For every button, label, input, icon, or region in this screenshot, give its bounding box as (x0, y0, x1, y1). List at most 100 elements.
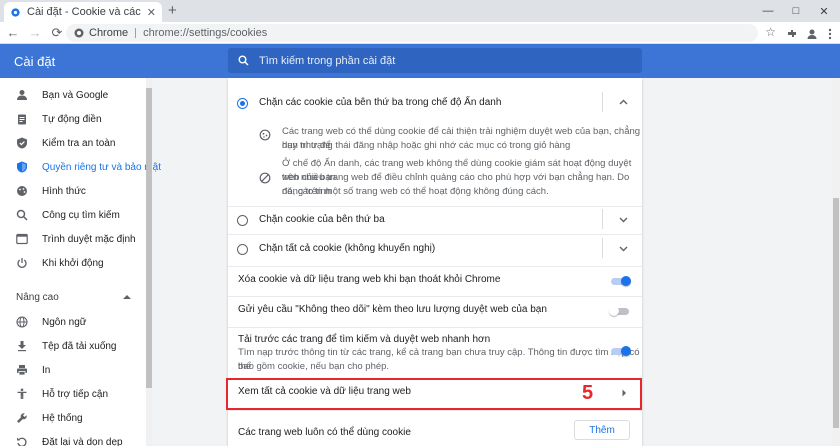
chevron-down-icon[interactable] (619, 217, 628, 223)
accessibility-icon (16, 388, 28, 400)
sidebar-scroll-thumb[interactable] (146, 88, 152, 388)
sidebar-item-search-engine[interactable]: Công cụ tìm kiếm (0, 203, 148, 227)
sidebar-item-privacy[interactable]: Quyền riêng tư và bảo mật (0, 155, 161, 179)
radio-block-third-party[interactable] (237, 215, 248, 226)
site-chip: Chrome (89, 27, 129, 39)
settings-sidebar: Bạn và Google Tự động điền Kiểm tra an t… (0, 78, 161, 446)
address-bar[interactable]: Chrome chrome://settings/cookies ☆ (66, 24, 776, 42)
divider (228, 234, 642, 235)
download-icon (16, 340, 28, 352)
person-icon (16, 89, 28, 101)
page-scroll-thumb[interactable] (833, 198, 839, 428)
settings-search-input[interactable]: Tìm kiếm trong phần cài đặt (228, 48, 642, 73)
option-block-third-party-label: Chặn cookie của bên thứ ba (259, 214, 385, 225)
block-icon (259, 172, 271, 184)
preload-description-line2: bao gồm cookie, nếu bạn cho phép. (238, 361, 390, 372)
wrench-icon (16, 412, 28, 424)
sidebar-item-accessibility[interactable]: Hỗ trợ tiếp cận (0, 382, 148, 406)
tab-settings-cookies[interactable]: Cài đặt - Cookie và các dữ liệu k ✕ (4, 2, 162, 22)
palette-icon (16, 185, 28, 197)
chevron-up-icon[interactable] (619, 99, 628, 105)
printer-icon (16, 364, 28, 376)
sidebar-item-label: Tệp đã tải xuống (42, 340, 117, 352)
minimize-button[interactable]: — (756, 0, 780, 22)
clear-on-exit-toggle[interactable] (609, 276, 631, 286)
sidebar-item-label: Đặt lại và dọn dẹp (42, 436, 123, 446)
extensions-icon[interactable] (784, 26, 800, 42)
tab-strip: Cài đặt - Cookie và các dữ liệu k ✕ + — … (0, 0, 840, 22)
radio-block-third-party-incognito[interactable] (237, 98, 248, 109)
tab-title: Cài đặt - Cookie và các dữ liệu k (27, 6, 143, 18)
toggle-knob (609, 306, 619, 316)
option-block-all-label: Chặn tất cả cookie (không khuyến nghị) (259, 243, 436, 254)
shield-check-icon (16, 137, 28, 149)
search-icon (238, 55, 249, 66)
sidebar-item-label: Tự động điền (42, 113, 102, 125)
forward-button[interactable]: → (26, 24, 44, 42)
preload-toggle[interactable] (609, 346, 631, 356)
tab-close-icon[interactable]: ✕ (147, 6, 156, 19)
sidebar-advanced-heading[interactable]: Nâng cao (16, 292, 59, 303)
preload-title: Tải trước các trang để tìm kiếm và duyệt… (238, 334, 491, 345)
option1-description-1-line2: duy trì trạng thái đăng nhập hoặc ghi nh… (282, 140, 571, 151)
sidebar-item-label: Kiểm tra an toàn (42, 137, 116, 149)
do-not-track-label: Gửi yêu cầu "Không theo dõi" kèm theo lư… (238, 304, 547, 315)
settings-header: Cài đặt Tìm kiếm trong phần cài đặt (0, 44, 840, 78)
sidebar-item-on-startup[interactable]: Khi khởi động (0, 251, 148, 275)
sidebar-item-languages[interactable]: Ngôn ngữ (0, 310, 148, 334)
shield-icon (16, 161, 28, 173)
sidebar-item-downloads[interactable]: Tệp đã tải xuống (0, 334, 148, 358)
row-divider (602, 209, 603, 229)
sidebar-item-reset[interactable]: Đặt lại và dọn dẹp (0, 430, 148, 446)
toggle-knob (621, 346, 631, 356)
option-block-third-party-incognito-label: Chặn các cookie của bên thứ ba trong chế… (259, 97, 502, 108)
sidebar-scrollbar[interactable] (146, 78, 152, 446)
maximize-button[interactable]: □ (784, 0, 808, 22)
more-menu-icon[interactable] (822, 26, 838, 42)
close-window-button[interactable]: ✕ (812, 0, 836, 22)
url-text: chrome://settings/cookies (143, 27, 268, 39)
radio-block-all[interactable] (237, 244, 248, 255)
clear-on-exit-label: Xóa cookie và dữ liệu trang web khi bạn … (238, 274, 501, 285)
profile-avatar-icon[interactable] (804, 26, 820, 42)
option1-description-2-line3: năng trên một số trang web có thể hoạt đ… (282, 186, 549, 197)
sidebar-item-label: Quyền riêng tư và bảo mật (42, 161, 161, 173)
bookmark-star-icon[interactable]: ☆ (765, 25, 776, 39)
sidebar-item-safety-check[interactable]: Kiểm tra an toàn (0, 131, 148, 155)
reload-button[interactable]: ⟳ (48, 24, 66, 42)
chevron-down-icon[interactable] (619, 246, 628, 252)
sidebar-item-label: Hệ thống (42, 412, 83, 424)
chevron-up-icon[interactable] (123, 294, 131, 300)
sidebar-item-appearance[interactable]: Hình thức (0, 179, 148, 203)
add-site-button[interactable]: Thêm (574, 420, 630, 440)
cookie-icon (259, 129, 271, 141)
omnibox-divider (135, 28, 137, 38)
globe-icon (16, 316, 28, 328)
sidebar-item-label: Công cụ tìm kiếm (42, 209, 120, 221)
sidebar-item-label: Khi khởi động (42, 257, 104, 269)
sidebar-item-system[interactable]: Hệ thống (0, 406, 148, 430)
sidebar-item-default-browser[interactable]: Trình duyệt mặc định (0, 227, 148, 251)
sidebar-item-label: Trình duyệt mặc định (42, 233, 136, 245)
divider (228, 296, 642, 297)
sidebar-item-autofill[interactable]: Tự động điền (0, 107, 148, 131)
search-icon (16, 209, 28, 221)
do-not-track-toggle[interactable] (609, 306, 631, 316)
sidebar-item-you-and-google[interactable]: Bạn và Google (0, 83, 148, 107)
page-scrollbar[interactable] (832, 78, 840, 446)
sidebar-item-label: Bạn và Google (42, 89, 109, 101)
row-divider (602, 92, 603, 112)
sidebar-item-label: In (42, 364, 51, 376)
chrome-icon (74, 28, 84, 38)
row-divider (602, 238, 603, 258)
back-button[interactable]: ← (4, 24, 22, 42)
divider (228, 206, 642, 207)
browser-icon (16, 233, 28, 245)
sidebar-item-label: Hỗ trợ tiếp cận (42, 388, 109, 400)
new-tab-button[interactable]: + (168, 3, 177, 19)
search-placeholder: Tìm kiếm trong phần cài đặt (259, 54, 396, 67)
sidebar-item-printing[interactable]: In (0, 358, 148, 382)
sidebar-item-label: Ngôn ngữ (42, 316, 87, 328)
always-allow-label: Các trang web luôn có thể dùng cookie (238, 427, 411, 438)
clipboard-icon (16, 113, 28, 125)
